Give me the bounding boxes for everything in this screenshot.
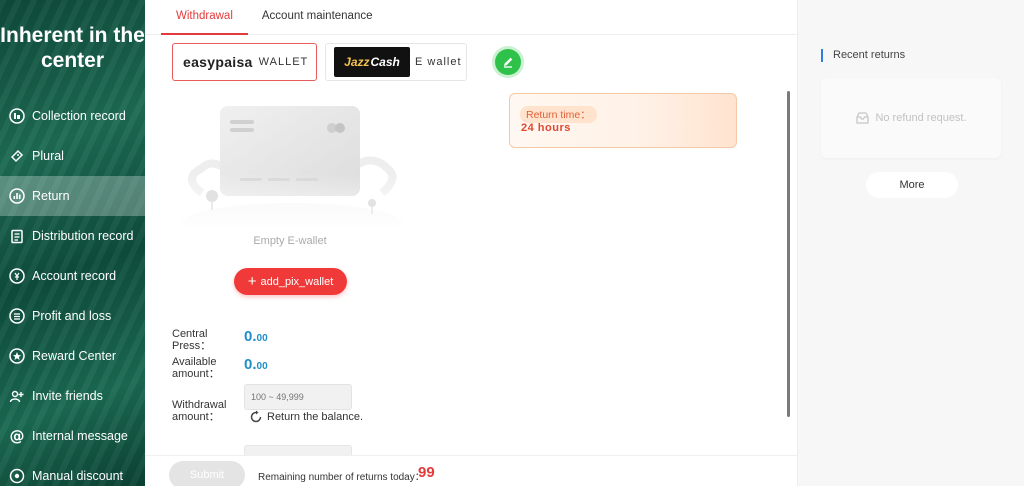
submit-button[interactable]: Submit bbox=[169, 461, 245, 486]
recent-returns-title: Recent returns bbox=[821, 49, 905, 62]
jazzcash-wallet-option[interactable]: Jazz Cash E wallet bbox=[325, 43, 467, 81]
central-press-int: 0. bbox=[244, 328, 257, 345]
main-content: Withdrawal Account maintenance easypaisa… bbox=[145, 0, 797, 486]
tab-withdrawal[interactable]: Withdrawal bbox=[161, 0, 248, 35]
return-balance-label: Return the balance. bbox=[267, 411, 364, 423]
available-int: 0. bbox=[244, 356, 257, 373]
refresh-icon bbox=[250, 410, 262, 423]
plus-icon: + bbox=[247, 273, 257, 290]
sidebar-item-internal-message[interactable]: @ Internal message bbox=[0, 416, 145, 456]
clipboard-icon bbox=[9, 228, 25, 244]
collection-icon bbox=[9, 108, 25, 124]
jazzcash-logo: Jazz Cash bbox=[334, 47, 410, 77]
easypaisa-wallet-option[interactable]: easypaisa WALLET bbox=[172, 43, 317, 81]
sidebar-item-reward-center[interactable]: Reward Center bbox=[0, 336, 145, 376]
empty-wallet-text: Empty E-wallet bbox=[253, 235, 327, 247]
sidebar-item-profit-and-loss[interactable]: Profit and loss bbox=[0, 296, 145, 336]
ticket-icon bbox=[9, 148, 25, 164]
return-time-box: Return time： 24 hours bbox=[509, 93, 737, 148]
tab-bar: Withdrawal Account maintenance bbox=[145, 0, 797, 35]
sidebar-item-invite-friends[interactable]: Invite friends bbox=[0, 376, 145, 416]
add-pix-wallet-button[interactable]: + add_pix_wallet bbox=[234, 268, 347, 295]
submit-footer: Submit Remaining number of returns today… bbox=[145, 455, 797, 486]
jazzcash-logo-jazz: Jazz bbox=[344, 55, 370, 69]
sidebar-item-label: Invite friends bbox=[32, 389, 103, 403]
vertical-scrollbar[interactable] bbox=[787, 91, 790, 417]
return-time-value: 24 hours bbox=[521, 122, 571, 134]
list-icon bbox=[9, 308, 25, 324]
remaining-returns-label: Remaining number of returns today： bbox=[258, 472, 425, 483]
sidebar-item-label: Collection record bbox=[32, 109, 126, 123]
easypaisa-logo: easypaisa bbox=[183, 54, 253, 70]
bar-chart-icon bbox=[9, 188, 25, 204]
central-press-label: Central Press： bbox=[172, 328, 212, 352]
available-amount-label: Available amount： bbox=[172, 356, 220, 380]
remaining-returns-count: 99 bbox=[418, 464, 435, 481]
sidebar-item-collection-record[interactable]: Collection record bbox=[0, 96, 145, 136]
no-refund-message: No refund request. bbox=[855, 111, 967, 125]
brand-title: Inherent in the center bbox=[0, 24, 145, 72]
app-root: Inherent in the center Collection record… bbox=[0, 0, 1024, 486]
sidebar-item-return[interactable]: Return bbox=[0, 176, 145, 216]
central-press-value: 0.00 bbox=[244, 328, 268, 345]
sidebar-item-label: Account record bbox=[32, 269, 117, 283]
users-icon bbox=[9, 388, 25, 404]
sidebar-item-label: Return bbox=[32, 189, 70, 203]
add-pix-wallet-label: add_pix_wallet bbox=[260, 275, 334, 288]
sidebar-nav: Collection record Plural Return Distribu… bbox=[0, 96, 145, 486]
empty-wallet-illustration bbox=[172, 106, 412, 228]
available-dec: 00 bbox=[256, 361, 268, 372]
sidebar-item-label: Manual discount bbox=[32, 469, 124, 483]
sidebar-item-plural[interactable]: Plural bbox=[0, 136, 145, 176]
jazzcash-logo-cash: Cash bbox=[370, 55, 400, 69]
no-refund-text: No refund request. bbox=[875, 112, 967, 124]
sidebar-item-distribution-record[interactable]: Distribution record bbox=[0, 216, 145, 256]
available-amount-value: 0.00 bbox=[244, 356, 268, 373]
sidebar-item-account-record[interactable]: Account record bbox=[0, 256, 145, 296]
sidebar-item-label: Profit and loss bbox=[32, 309, 112, 323]
refund-list: No refund request. bbox=[821, 78, 1001, 158]
easypaisa-suffix: WALLET bbox=[258, 56, 309, 68]
return-time-label: Return time： bbox=[520, 106, 597, 123]
coin-icon bbox=[9, 268, 25, 284]
sidebar-item-label: Reward Center bbox=[32, 349, 117, 363]
sidebar-item-label: Distribution record bbox=[32, 229, 134, 243]
withdrawal-amount-label: Withdrawal amount： bbox=[172, 399, 227, 423]
at-icon: @ bbox=[9, 428, 25, 444]
wallet-selector: easypaisa WALLET Jazz Cash E wallet bbox=[172, 43, 467, 81]
svg-text:@: @ bbox=[10, 428, 25, 444]
edit-wallet-button[interactable] bbox=[495, 49, 521, 75]
jazzcash-suffix: E wallet bbox=[415, 56, 462, 68]
pencil-icon bbox=[504, 57, 513, 68]
partial-field-label bbox=[172, 445, 182, 453]
tab-account-maintenance[interactable]: Account maintenance bbox=[248, 0, 387, 35]
return-balance-button[interactable]: Return the balance. bbox=[249, 410, 363, 424]
sidebar: Inherent in the center Collection record… bbox=[0, 0, 145, 486]
sidebar-item-manual-discount[interactable]: Manual discount bbox=[0, 456, 145, 486]
withdrawal-amount-input[interactable] bbox=[244, 384, 352, 410]
sidebar-item-label: Internal message bbox=[32, 429, 128, 443]
gift-icon bbox=[9, 348, 25, 364]
sidebar-item-label: Plural bbox=[32, 149, 64, 163]
central-press-dec: 00 bbox=[256, 333, 268, 344]
recent-returns-panel: Recent returns No refund request. More bbox=[797, 0, 1024, 486]
more-button[interactable]: More bbox=[866, 172, 958, 198]
gear-icon bbox=[9, 468, 25, 484]
empty-box-icon bbox=[856, 112, 870, 124]
